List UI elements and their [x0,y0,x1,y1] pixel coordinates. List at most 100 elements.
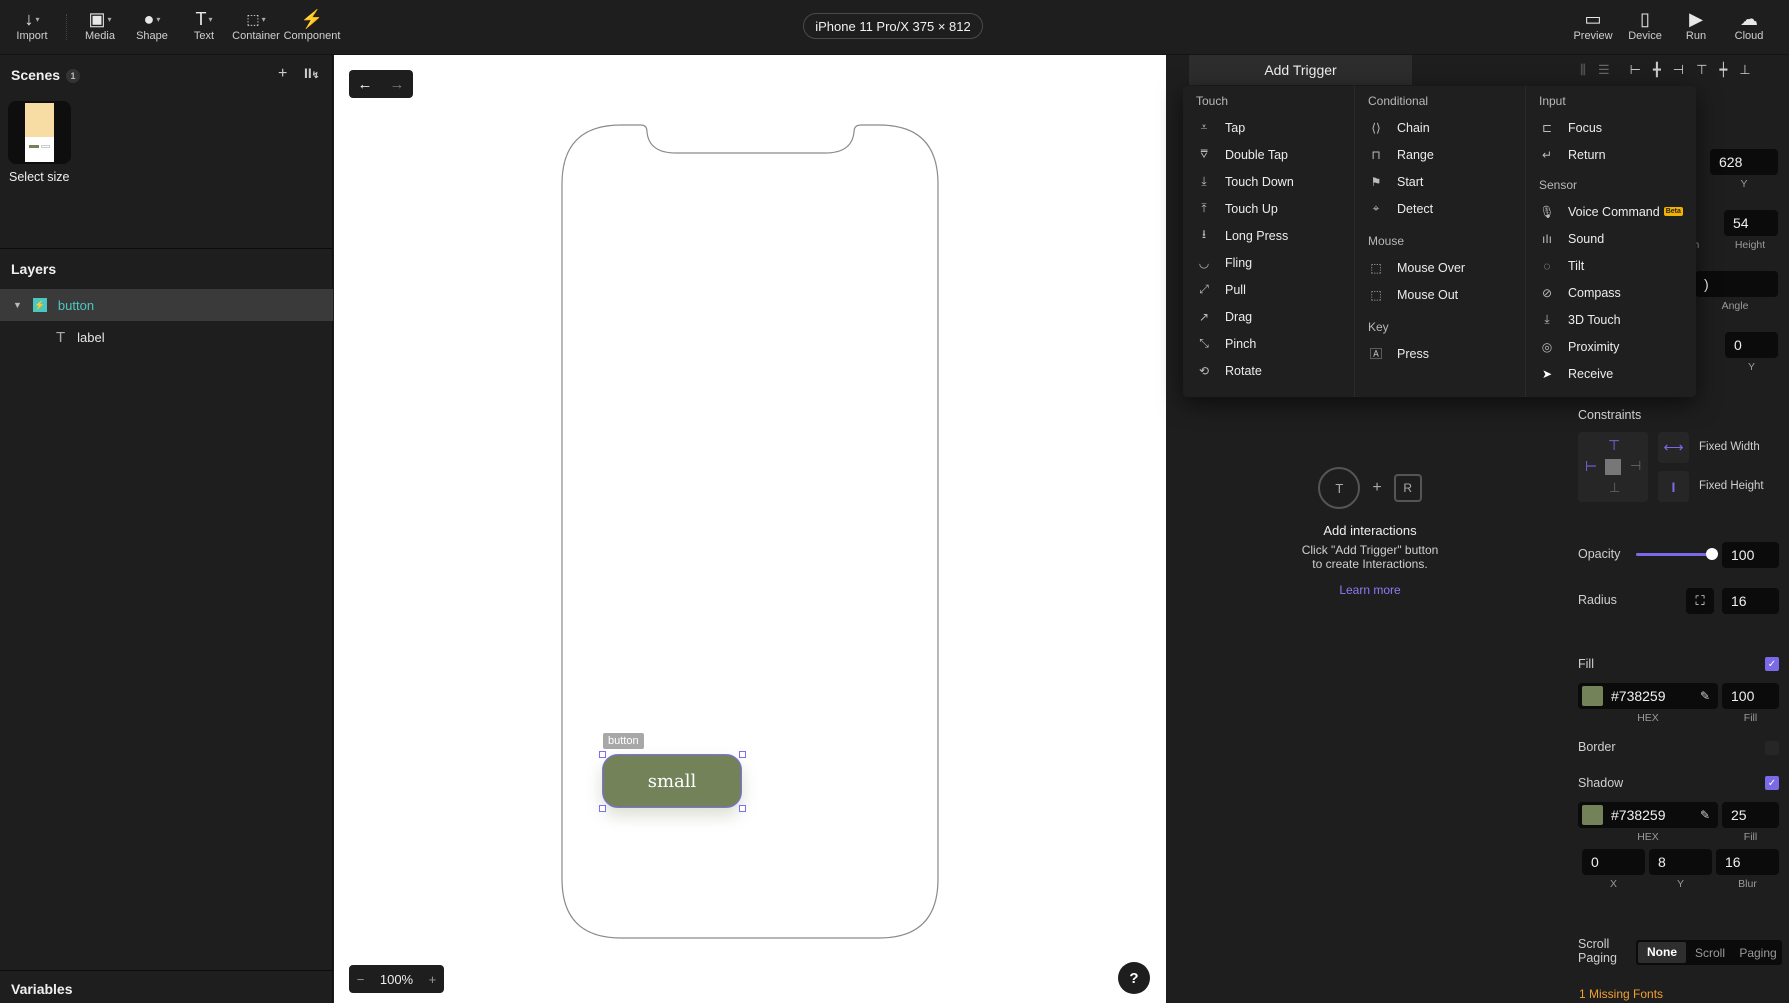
trigger-3d-touch[interactable]: ⤓ 3D Touch [1526,306,1695,333]
constraint-bottom-icon[interactable]: ⊥ [1609,480,1620,496]
back-arrow-icon[interactable]: ← [358,76,373,93]
trigger-double-tap[interactable]: ⩢ Double Tap [1183,141,1353,168]
trigger-mouse-over[interactable]: ⬚ Mouse Over [1355,254,1524,281]
offset-y-input[interactable]: 0 [1725,332,1778,358]
fill-color-swatch[interactable] [1582,686,1603,706]
cloud-button[interactable]: ☁ Cloud [1717,8,1781,43]
trigger-touch-down[interactable]: ⤓ Touch Down [1183,168,1353,195]
layer-item-label[interactable]: T label [0,321,333,353]
scene-label[interactable]: Select size [9,170,69,184]
trigger-start[interactable]: ⚑ Start [1355,168,1524,195]
trigger-touch-up[interactable]: ⤒ Touch Up [1183,195,1353,222]
trigger-focus[interactable]: ⊏ Focus [1526,114,1695,141]
learn-more-link[interactable]: Learn more [1270,583,1470,597]
scene-flow-icon[interactable]: II↯ [304,65,319,81]
align-top-icon[interactable]: ⊤ [1696,62,1707,78]
trigger-proximity[interactable]: ◎ Proximity [1526,333,1695,360]
shadow-amount-input[interactable]: 25 [1722,802,1779,828]
trigger-tap[interactable]: ⩡ Tap [1183,114,1353,141]
opacity-slider-handle[interactable] [1706,548,1718,560]
scene-thumbnail[interactable] [8,101,71,164]
trigger-pull[interactable]: ⤢ Pull [1183,276,1353,303]
missing-fonts-link[interactable]: 1 Missing Fonts [1579,987,1663,1001]
trigger-dropdown-menu: Touch ⩡ Tap ⩢ Double Tap ⤓ Touch Down ⤒ Touc… [1183,86,1696,397]
eyedropper-icon[interactable]: ✎ [1700,808,1710,822]
fill-amount-input[interactable]: 100 [1722,683,1779,709]
fixed-height-toggle[interactable]: I [1658,471,1689,502]
height-input[interactable]: 54 [1724,210,1778,236]
align-left-icon[interactable]: ⊢ [1630,62,1641,78]
add-trigger-button[interactable]: Add Trigger [1189,55,1412,85]
shadow-color-input[interactable]: #738259 ✎ [1578,802,1718,828]
resize-handle-br[interactable] [739,805,746,812]
device-frame [561,124,939,939]
constraint-right-icon[interactable]: ⊣ [1630,458,1641,474]
trigger-drag[interactable]: ↗ Drag [1183,303,1353,330]
constraint-top-icon[interactable]: ⊤ [1608,437,1620,454]
shadow-y-input[interactable]: 8 [1649,849,1712,875]
resize-handle-tl[interactable] [599,751,606,758]
help-button[interactable]: ? [1118,962,1150,994]
shadow-x-input[interactable]: 0 [1582,849,1645,875]
eyedropper-icon[interactable]: ✎ [1700,689,1710,703]
resize-handle-tr[interactable] [739,751,746,758]
radius-corners-toggle[interactable]: ⛶ [1686,588,1714,614]
y-input[interactable]: 628 [1710,149,1778,175]
trigger-range[interactable]: ⊓ Range [1355,141,1524,168]
shadow-checkbox[interactable]: ✓ [1765,776,1779,790]
constraint-left-icon[interactable]: ⊢ [1585,458,1597,475]
distribute-h-icon[interactable]: ⫼ [1580,62,1586,78]
collapse-arrow-icon[interactable]: ▼ [13,300,22,310]
constraint-widget[interactable]: ⊤ ⊢ ⊣ ⊥ [1578,432,1648,502]
forward-arrow-icon[interactable]: → [390,76,405,93]
trigger-sound[interactable]: ıIı Sound [1526,225,1695,252]
device-selector[interactable]: iPhone 11 Pro/X 375 × 812 [803,13,983,39]
trigger-compass[interactable]: ⊘ Compass [1526,279,1695,306]
shadow-blur-input[interactable]: 16 [1716,849,1779,875]
trigger-tilt[interactable]: ◌ Tilt [1526,252,1695,279]
import-button[interactable]: ↓ ▾ Import [0,8,64,43]
scroll-option-paging[interactable]: Paging [1734,946,1782,960]
sound-wave-icon: ıIı [1541,231,1552,246]
align-center-v-icon[interactable]: ┿ [1719,62,1727,78]
opacity-slider[interactable] [1636,548,1718,560]
align-center-h-icon[interactable]: ╋ [1653,62,1661,78]
border-checkbox[interactable] [1765,741,1779,755]
trigger-rotate[interactable]: ⟲ Rotate [1183,357,1353,384]
distribute-v-icon[interactable]: ☰ [1598,62,1610,78]
trigger-chain[interactable]: ⟨⟩ Chain [1355,114,1524,141]
trigger-key-press[interactable]: 🄰 Press [1355,340,1524,367]
scroll-paging-label: Scroll Paging [1578,937,1617,965]
variables-header[interactable]: Variables [11,981,73,997]
resize-handle-bl[interactable] [599,805,606,812]
trigger-voice-command[interactable]: 🎙 Voice Command Beta [1526,198,1695,225]
trigger-receive[interactable]: ➤ Receive [1526,360,1695,387]
scroll-option-none[interactable]: None [1638,942,1686,963]
fixed-width-toggle[interactable]: ⟷ [1658,432,1689,463]
radius-input[interactable]: 16 [1722,588,1779,614]
fill-color-input[interactable]: #738259 ✎ [1578,683,1718,709]
key-a-icon: 🄰 [1369,347,1382,361]
trigger-detect[interactable]: ⌖ Detect [1355,195,1524,222]
zoom-level[interactable]: 100% [380,972,413,987]
trigger-long-press[interactable]: ⭳ Long Press [1183,222,1353,249]
scroll-option-scroll[interactable]: Scroll [1686,946,1734,960]
trigger-mouse-out[interactable]: ⬚ Mouse Out [1355,281,1524,308]
layer-item-button[interactable]: ▼ ⚡ button [0,289,333,321]
zoom-out-button[interactable]: − [357,972,365,987]
add-scene-icon[interactable]: + [278,65,287,83]
trigger-fling[interactable]: ◡ Fling [1183,249,1353,276]
shadow-color-swatch[interactable] [1582,805,1603,825]
align-right-icon[interactable]: ⊣ [1673,62,1684,78]
opacity-input[interactable]: 100 [1722,542,1779,568]
zoom-in-button[interactable]: + [429,972,437,987]
angle-input[interactable]: ) [1695,271,1778,297]
trigger-pinch[interactable]: ⤡ Pinch [1183,330,1353,357]
trigger-return[interactable]: ↵ Return [1526,141,1695,168]
fling-icon: ◡ [1198,255,1210,270]
selected-button-element[interactable]: small [602,754,742,808]
microphone-icon: 🎙 [1539,204,1555,219]
align-bottom-icon[interactable]: ⊥ [1739,62,1750,78]
component-button[interactable]: ⚡ Component [279,8,345,43]
fill-checkbox[interactable]: ✓ [1765,657,1779,671]
